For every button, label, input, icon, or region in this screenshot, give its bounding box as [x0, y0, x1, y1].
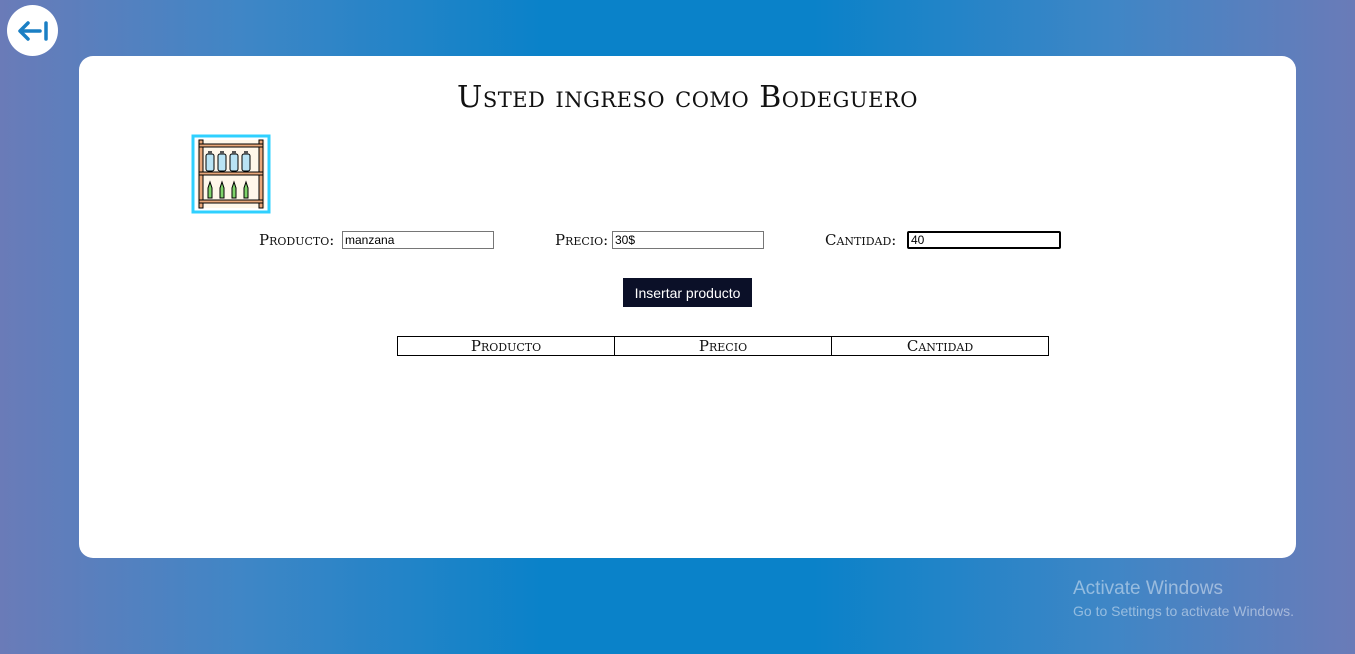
- cantidad-label: Cantidad:: [825, 231, 897, 249]
- watermark-subtitle: Go to Settings to activate Windows.: [1073, 603, 1294, 619]
- producto-label: Producto:: [259, 231, 335, 249]
- column-header-producto: Producto: [397, 336, 615, 356]
- insert-product-button[interactable]: Insertar producto: [623, 278, 752, 307]
- main-card: Usted ingreso como Bodeguero Producto: P…: [79, 56, 1296, 558]
- watermark-title: Activate Windows: [1073, 578, 1223, 599]
- cantidad-input[interactable]: [907, 231, 1061, 249]
- page-title: Usted ingreso como Bodeguero: [457, 80, 918, 115]
- arrow-left-to-bar-icon: [17, 20, 48, 41]
- products-table: Producto Precio Cantidad: [397, 336, 1049, 356]
- warehouse-shelf-icon: [191, 134, 271, 214]
- back-button[interactable]: [7, 5, 58, 56]
- producto-input[interactable]: [342, 231, 494, 249]
- precio-input[interactable]: [612, 231, 764, 249]
- table-header-row: Producto Precio Cantidad: [397, 336, 1049, 356]
- column-header-precio: Precio: [614, 336, 832, 356]
- windows-activation-watermark: Activate Windows Go to Settings to activ…: [1073, 578, 1294, 619]
- column-header-cantidad: Cantidad: [831, 336, 1049, 356]
- precio-label: Precio:: [555, 231, 609, 249]
